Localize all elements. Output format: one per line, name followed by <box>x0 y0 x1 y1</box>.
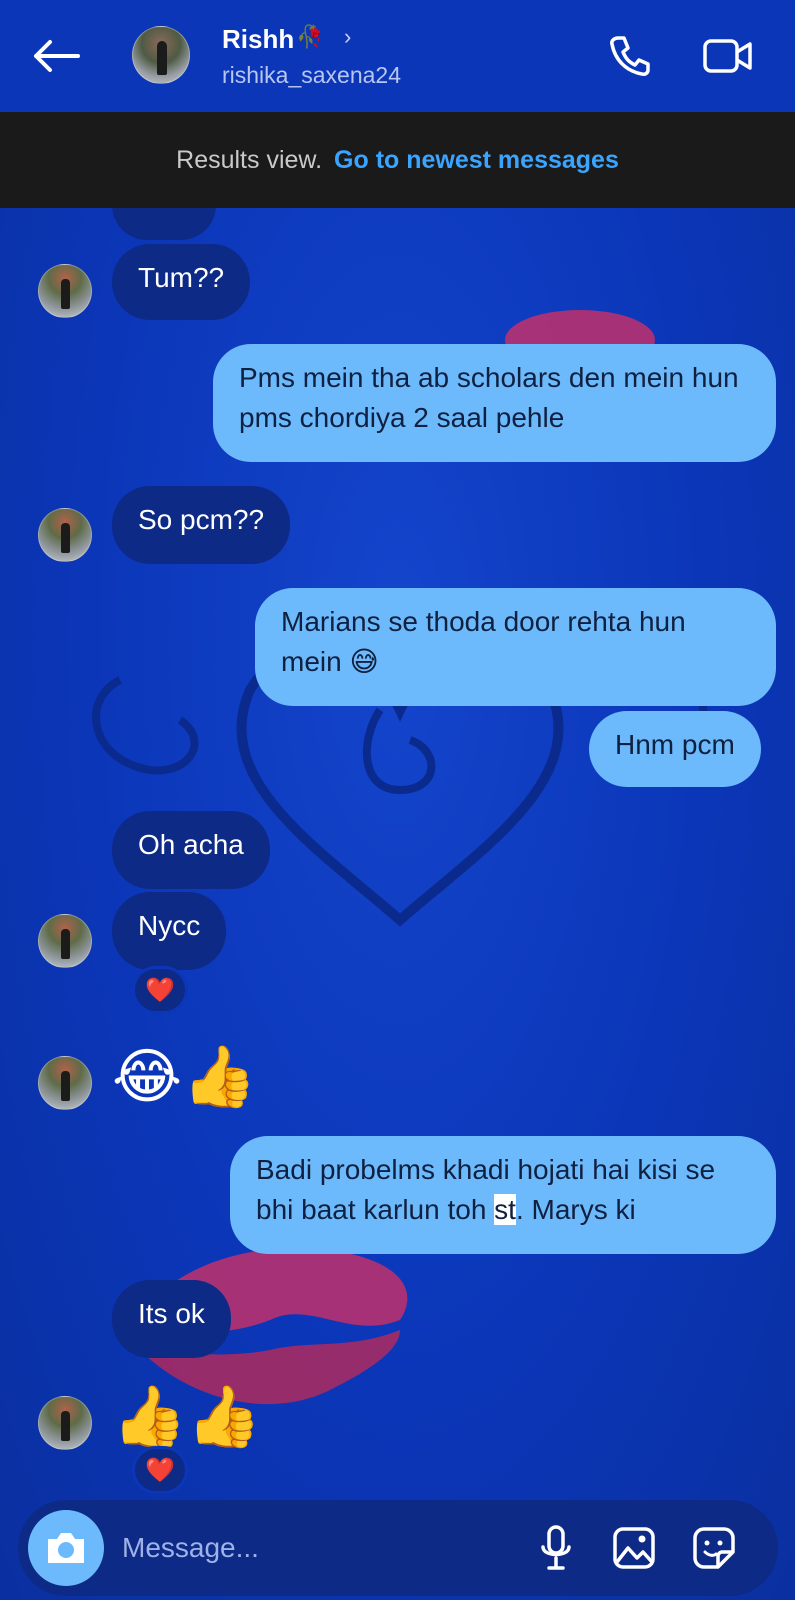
emoji-message[interactable]: 😂👍 <box>112 1042 257 1112</box>
incoming-message[interactable]: Nycc <box>112 892 227 970</box>
message-text: Badi probelms khadi hojati hai kisi se b… <box>256 1154 716 1225</box>
contact-avatar[interactable] <box>38 1056 92 1110</box>
video-camera-icon <box>703 39 752 73</box>
outgoing-message[interactable]: Marians se thoda door rehta hun mein 😅 <box>255 588 776 706</box>
contact-avatar[interactable] <box>38 508 92 562</box>
results-view-banner: Results view. Go to newest messages <box>0 112 795 208</box>
heart-reaction[interactable]: ❤️ <box>132 1446 188 1494</box>
rose-emoji: 🥀 <box>296 24 324 49</box>
go-to-newest-link[interactable]: Go to newest messages <box>334 146 619 175</box>
contact-avatar[interactable] <box>38 1396 92 1450</box>
incoming-message[interactable]: Oh acha <box>112 811 270 889</box>
camera-button[interactable] <box>28 1510 104 1586</box>
microphone-icon <box>541 1525 571 1570</box>
outgoing-message[interactable]: Badi probelms khadi hojati hai kisi se b… <box>230 1136 776 1254</box>
back-arrow-icon <box>34 40 80 72</box>
contact-avatar[interactable] <box>38 914 92 968</box>
contact-avatar[interactable] <box>38 264 92 318</box>
sticker-button[interactable] <box>688 1522 740 1574</box>
chat-header: Rishh 🥀 › rishika_saxena24 <box>0 0 795 112</box>
message-composer <box>18 1500 778 1596</box>
highlighted-text: st <box>494 1194 516 1225</box>
incoming-message[interactable]: So pcm?? <box>112 486 291 564</box>
message-text: . Marys ki <box>515 1194 636 1225</box>
outgoing-message[interactable]: Pms mein tha ab scholars den mein hun pm… <box>213 344 776 462</box>
back-button[interactable] <box>28 30 84 82</box>
contact-name[interactable]: Rishh <box>222 24 294 55</box>
gallery-button[interactable] <box>608 1522 660 1574</box>
phone-icon <box>610 36 650 76</box>
outgoing-message[interactable]: Hnm pcm <box>589 711 761 787</box>
banner-text: Results view. <box>176 145 323 174</box>
contact-username[interactable]: rishika_saxena24 <box>222 62 401 89</box>
gallery-icon <box>613 1527 655 1569</box>
incoming-message[interactable]: Its ok <box>112 1280 231 1358</box>
emoji-message[interactable]: 👍👍 <box>112 1382 261 1452</box>
chevron-right-icon[interactable]: › <box>344 24 351 50</box>
message-input[interactable] <box>122 1524 522 1572</box>
heart-reaction[interactable]: ❤️ <box>132 966 188 1014</box>
contact-avatar[interactable] <box>132 26 190 84</box>
voice-message-button[interactable] <box>530 1522 582 1574</box>
chat-background <box>0 0 795 1600</box>
video-call-button[interactable] <box>700 30 756 82</box>
audio-call-button[interactable] <box>604 30 656 82</box>
incoming-message[interactable]: Tum?? <box>112 244 251 320</box>
camera-icon <box>48 1533 84 1563</box>
sticker-icon <box>693 1527 735 1569</box>
